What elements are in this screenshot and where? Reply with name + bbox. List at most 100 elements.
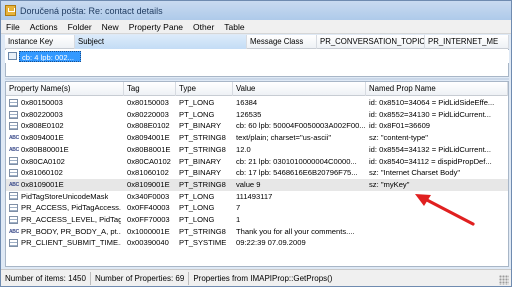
status-bar: Number of items: 1450 Number of Properti…: [1, 269, 511, 286]
named-prop-cell: sz: "content-type": [369, 133, 428, 143]
property-name-cell: ABC PR_BODY, PR_BODY_A, pt...: [6, 226, 124, 238]
property-type-cell: PT_LONG: [179, 98, 215, 107]
grid-type-icon: [9, 157, 18, 166]
grid-type-icon: [9, 98, 18, 107]
property-value-cell: cb: 17 lpb: 5468616E6B20796F75...: [236, 168, 358, 178]
property-row[interactable]: PidTagStoreUnicodeMask 0x340F0003 PT_LONG 1…: [6, 191, 508, 203]
named-prop-cell: [366, 202, 508, 214]
property-name-text: PR_CLIENT_SUBMIT_TIME...: [21, 238, 121, 248]
contents-table-header: Instance Key Subject Message Class PR_CO…: [5, 35, 509, 49]
property-tag-cell: 0x80220003: [127, 109, 169, 119]
property-name-text: PidTagStoreUnicodeMask: [21, 191, 109, 201]
message-row[interactable]: cb: 4 lpb: 002...: [5, 50, 509, 63]
property-row[interactable]: 0x80220003 0x80220003 PT_LONG 126535 id: 0x8…: [6, 109, 508, 121]
property-tag-cell: 0x81060102: [127, 168, 169, 178]
title-bar[interactable]: Doručená pošta: Re: contact details: [1, 1, 511, 20]
property-tag-cell: 0x8109001E: [127, 179, 170, 189]
string-type-icon: ABC: [9, 228, 19, 235]
col-type[interactable]: Type: [176, 82, 233, 96]
named-prop-cell: [366, 226, 508, 238]
property-table: Property Name(s) Tag Type Value Named Pr…: [5, 81, 509, 267]
property-type-cell: PT_STRING8: [179, 133, 226, 143]
property-value-cell: cb: 60 lpb: 50004F0050003A002F00...: [236, 121, 366, 131]
property-name-cell: ABC 0x8109001E: [6, 179, 124, 191]
property-value-cell: 09:22:39 07.09.2009: [236, 238, 306, 248]
property-value-cell: 12.0: [236, 144, 251, 154]
property-table-header: Property Name(s) Tag Type Value Named Pr…: [6, 82, 508, 96]
property-type-cell: PT_STRING8: [179, 179, 226, 189]
property-row[interactable]: 0x80CA0102 0x80CA0102 PT_BINARY cb: 21 lpb:…: [6, 156, 508, 168]
property-value-cell: 111493117: [236, 191, 273, 201]
property-value-cell: 1: [236, 215, 241, 224]
string-type-icon: ABC: [9, 181, 19, 188]
property-name-cell: ABC 0x80B80001E: [6, 144, 124, 156]
property-name-text: 0x808E0102: [21, 121, 64, 131]
property-tag-cell: 0x00390040: [127, 238, 169, 248]
col-tag[interactable]: Tag: [124, 82, 176, 96]
property-row[interactable]: ABC PR_BODY, PR_BODY_A, pt... 0x1000001E PT…: [6, 226, 508, 238]
property-type-cell: PT_LONG: [179, 215, 215, 224]
menu-property-pane[interactable]: Property Pane: [124, 22, 188, 32]
property-type-cell: PT_SYSTIME: [179, 238, 227, 248]
property-value-cell: cb: 21 lpb: 0301010000004C0000...: [236, 156, 357, 166]
property-name-cell: PR_ACCESS, PidTagAccess...: [6, 202, 124, 214]
string-type-icon: ABC: [9, 146, 19, 153]
property-row[interactable]: ABC 0x8109001E 0x8109001E PT_STRING8 value 9…: [6, 178, 508, 191]
property-name-cell: PidTagStoreUnicodeMask: [6, 191, 124, 203]
property-tag-cell: 0x0FF70003: [127, 215, 170, 224]
col-subject[interactable]: Subject: [75, 35, 247, 49]
property-type-cell: PT_LONG: [179, 203, 215, 213]
col-conversation-topic[interactable]: PR_CONVERSATION_TOPIC...: [317, 35, 425, 49]
mfcmapi-window: Doručená pošta: Re: contact details File…: [0, 0, 512, 287]
col-internet-me[interactable]: PR_INTERNET_ME: [425, 35, 509, 49]
property-row[interactable]: 0x80150003 0x80150003 PT_LONG 16384 id: 0x85…: [6, 97, 508, 109]
property-value-cell: text/plain; charset="us-ascii": [236, 133, 332, 143]
menu-actions[interactable]: Actions: [25, 22, 63, 32]
col-value[interactable]: Value: [233, 82, 366, 96]
col-property-name[interactable]: Property Name(s): [6, 82, 124, 96]
property-type-cell: PT_BINARY: [179, 156, 222, 166]
property-tag-cell: 0x1000001E: [127, 226, 170, 236]
property-value-cell: 16384: [236, 98, 258, 107]
property-name-cell: ABC 0x8094001E: [6, 132, 124, 144]
menu-folder[interactable]: Folder: [63, 22, 97, 32]
property-row[interactable]: 0x81060102 0x81060102 PT_BINARY cb: 17 lpb:…: [6, 167, 508, 179]
property-type-cell: PT_STRING8: [179, 226, 226, 236]
property-row[interactable]: PR_CLIENT_SUBMIT_TIME... 0x00390040 PT_SYS…: [6, 237, 508, 249]
property-name-text: 0x8109001E: [21, 179, 64, 189]
property-type-cell: PT_BINARY: [179, 168, 222, 178]
col-message-class[interactable]: Message Class: [247, 35, 317, 49]
status-property-count: Number of Properties: 69: [91, 271, 190, 285]
grid-type-icon: [9, 239, 18, 248]
menu-other[interactable]: Other: [188, 22, 219, 32]
named-prop-cell: sz: "Internet Charset Body": [369, 168, 461, 178]
property-name-cell: PR_CLIENT_SUBMIT_TIME...: [6, 237, 124, 249]
property-row[interactable]: 0x808E0102 0x808E0102 PT_BINARY cb: 60 lpb:…: [6, 120, 508, 132]
status-item-count: Number of items: 1450: [1, 271, 91, 285]
property-tag-cell: 0x80CA0102: [127, 156, 171, 166]
grid-type-icon: [9, 192, 18, 201]
resize-grip-icon[interactable]: [499, 275, 509, 285]
pane-splitter[interactable]: [5, 78, 509, 80]
property-type-cell: PT_STRING8: [179, 144, 226, 154]
selected-instance-key[interactable]: cb: 4 lpb: 002...: [19, 51, 81, 62]
property-row[interactable]: ABC 0x8094001E 0x8094001E PT_STRING8 text/pl…: [6, 132, 508, 144]
property-row[interactable]: PR_ACCESS, PidTagAccess... 0x0FF40003 PT_L…: [6, 202, 508, 214]
named-prop-cell: id: 0x8F01=36609: [369, 121, 431, 131]
property-row[interactable]: ABC 0x80B80001E 0x80B8001E PT_STRING8 12.0 id…: [6, 144, 508, 156]
col-named-prop-name[interactable]: Named Prop Name: [366, 82, 508, 96]
property-name-text: 0x8094001E: [21, 133, 64, 143]
window-title: Doručená pošta: Re: contact details: [20, 5, 163, 16]
named-prop-cell: sz: "myKey": [369, 179, 410, 189]
status-property-source: Properties from IMAPIProp::GetProps(): [193, 273, 333, 283]
property-row[interactable]: PR_ACCESS_LEVEL, PidTag... 0x0FF70003 PT_L…: [6, 214, 508, 226]
property-name-cell: 0x808E0102: [6, 120, 124, 132]
property-value-cell: Thank you for all your comments....: [236, 226, 355, 236]
menu-table[interactable]: Table: [219, 22, 249, 32]
col-instance-key[interactable]: Instance Key: [5, 35, 75, 49]
property-value-cell: value 9: [236, 179, 261, 189]
property-tag-cell: 0x80B8001E: [127, 144, 171, 154]
menu-new[interactable]: New: [97, 22, 124, 32]
property-name-text: PR_ACCESS_LEVEL, PidTag...: [21, 215, 121, 224]
menu-file[interactable]: File: [1, 22, 25, 32]
